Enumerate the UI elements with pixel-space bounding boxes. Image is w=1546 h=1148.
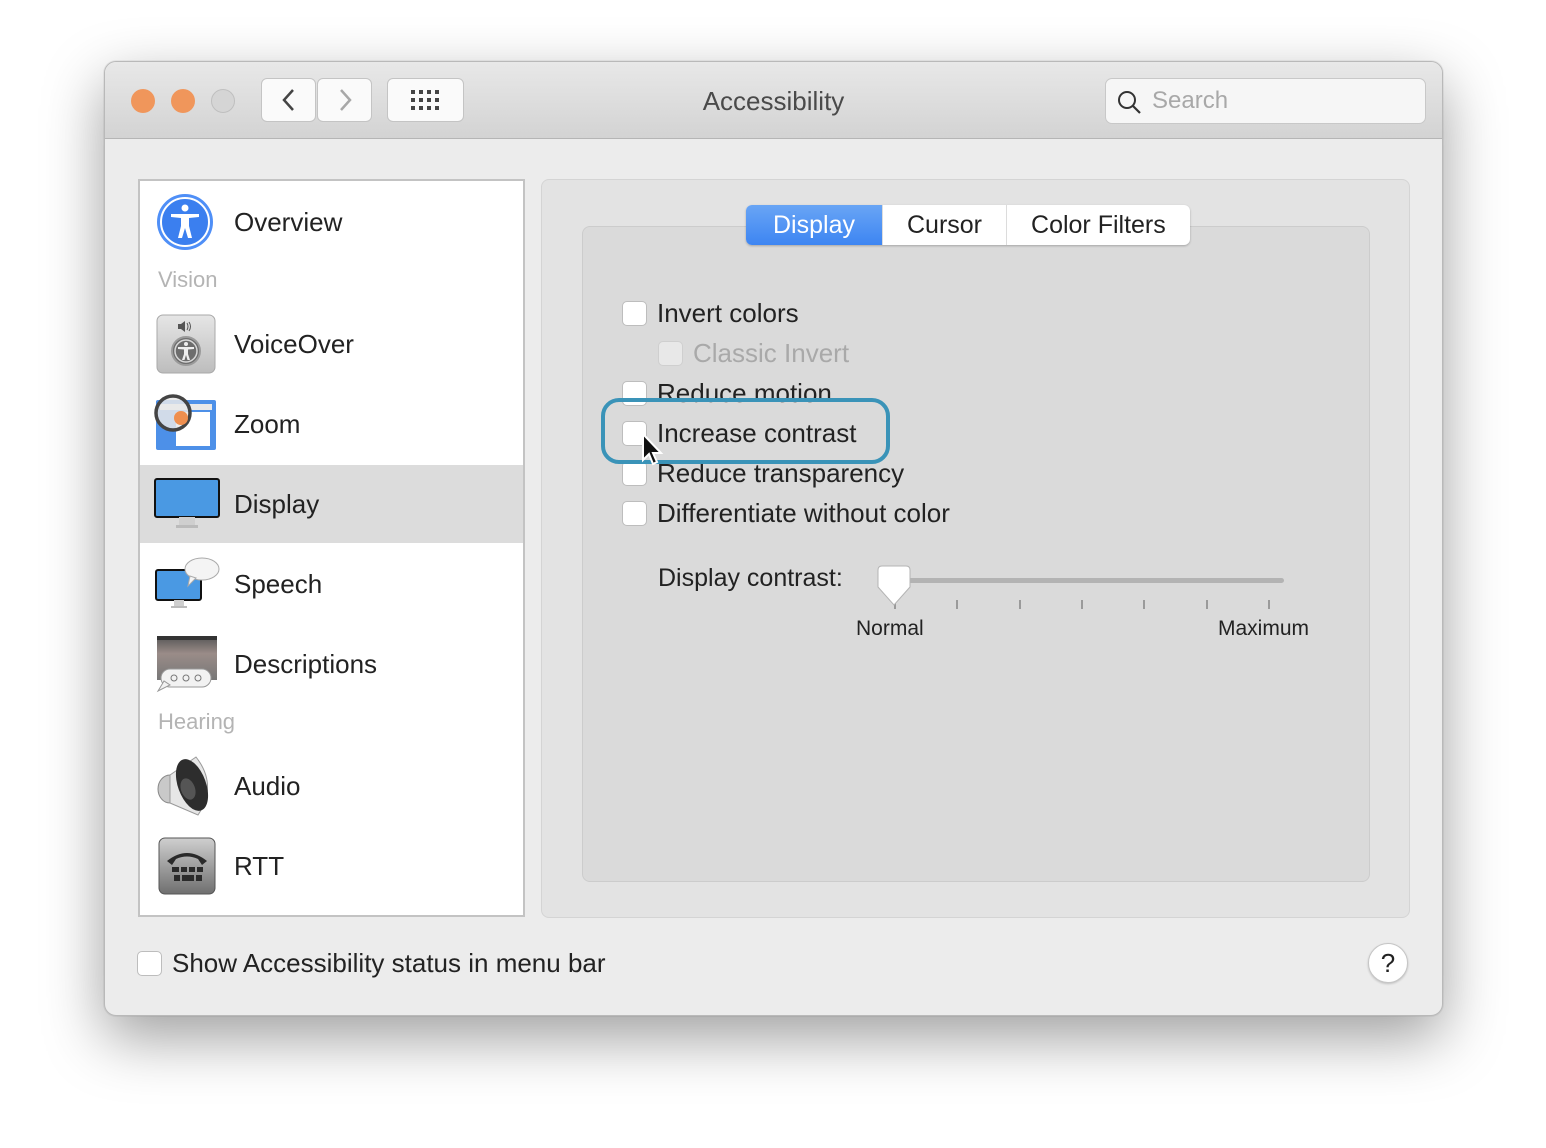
sidebar-item-voiceover[interactable]: VoiceOver [140, 305, 523, 383]
search-icon [1118, 91, 1141, 114]
reduce-motion-option: Reduce motion [622, 378, 832, 408]
search-input[interactable] [1150, 85, 1414, 117]
invert-colors-checkbox[interactable] [622, 300, 647, 326]
search-field[interactable] [1105, 78, 1426, 124]
slider-tick [1143, 600, 1146, 609]
speech-bubble-monitor-icon [155, 557, 220, 608]
title-bar: Accessibility [105, 62, 1442, 139]
slider-max-label: Maximum [1218, 617, 1310, 640]
mouse-pointer-icon [642, 432, 664, 466]
sidebar-item-label: Zoom [234, 408, 301, 439]
sidebar-item-display[interactable]: Display [140, 465, 523, 543]
invert-colors-label: Invert colors [657, 297, 799, 328]
display-contrast-slider-thumb[interactable] [877, 565, 911, 607]
reduce-motion-checkbox[interactable] [622, 380, 647, 406]
sidebar: Overview Vision VoiceOver Zoom Display S… [138, 179, 525, 917]
monitor-icon [154, 478, 220, 528]
sidebar-item-label: Speech [234, 568, 323, 599]
sidebar-item-label: Descriptions [234, 648, 378, 679]
tty-phone-icon [158, 837, 216, 895]
differentiate-without-color-checkbox[interactable] [622, 500, 647, 526]
increase-contrast-label: Increase contrast [657, 417, 857, 448]
display-contrast-slider-track[interactable] [880, 578, 1284, 583]
slider-tick [956, 600, 959, 609]
sidebar-item-label: RTT [234, 850, 285, 881]
sidebar-item-overview[interactable]: Overview [140, 183, 523, 261]
section-header-vision: Vision [158, 267, 218, 292]
classic-invert-option: Classic Invert [658, 338, 849, 368]
accessibility-icon [157, 194, 213, 250]
show-status-option: Show Accessibility status in menu bar [137, 948, 606, 978]
classic-invert-label: Classic Invert [693, 337, 850, 368]
content-panel [541, 179, 1410, 918]
help-button[interactable]: ? [1368, 943, 1408, 983]
display-contrast-label: Display contrast: [658, 564, 843, 592]
tab-color-filters[interactable]: Color Filters [1006, 205, 1190, 245]
accessibility-window: Accessibility Overview Vision [104, 61, 1443, 1016]
sidebar-item-rtt[interactable]: RTT [140, 827, 523, 905]
sidebar-item-speech[interactable]: Speech [140, 545, 523, 623]
slider-min-label: Normal [856, 617, 924, 640]
sidebar-item-descriptions[interactable]: Descriptions [140, 625, 523, 703]
tab-display[interactable]: Display [746, 205, 882, 245]
sidebar-item-label: VoiceOver [234, 328, 354, 359]
section-header-hearing: Hearing [158, 709, 236, 734]
show-status-checkbox[interactable] [137, 950, 162, 976]
differentiate-without-color-option: Differentiate without color [622, 498, 950, 528]
reduce-motion-label: Reduce motion [657, 377, 832, 408]
sidebar-item-label: Audio [234, 770, 301, 801]
magnifier-icon [154, 394, 216, 450]
speaker-icon [157, 756, 209, 816]
show-status-label: Show Accessibility status in menu bar [172, 947, 606, 978]
reduce-transparency-label: Reduce transparency [657, 457, 905, 488]
sidebar-item-audio[interactable]: Audio [140, 747, 523, 825]
differentiate-without-color-label: Differentiate without color [657, 497, 950, 528]
invert-colors-option: Invert colors [622, 298, 799, 328]
slider-tick [1018, 600, 1021, 609]
slider-tick [1205, 600, 1208, 609]
tab-cursor[interactable]: Cursor [882, 205, 1006, 245]
descriptions-icon [156, 636, 217, 693]
tab-bar: Display Cursor Color Filters [746, 205, 1190, 245]
sidebar-item-label: Display [234, 488, 320, 519]
slider-tick [1268, 600, 1270, 609]
sidebar-item-zoom[interactable]: Zoom [140, 385, 523, 463]
slider-tick [1081, 600, 1083, 609]
voiceover-icon [156, 314, 216, 374]
classic-invert-checkbox[interactable] [658, 340, 683, 366]
sidebar-item-label: Overview [234, 206, 343, 237]
